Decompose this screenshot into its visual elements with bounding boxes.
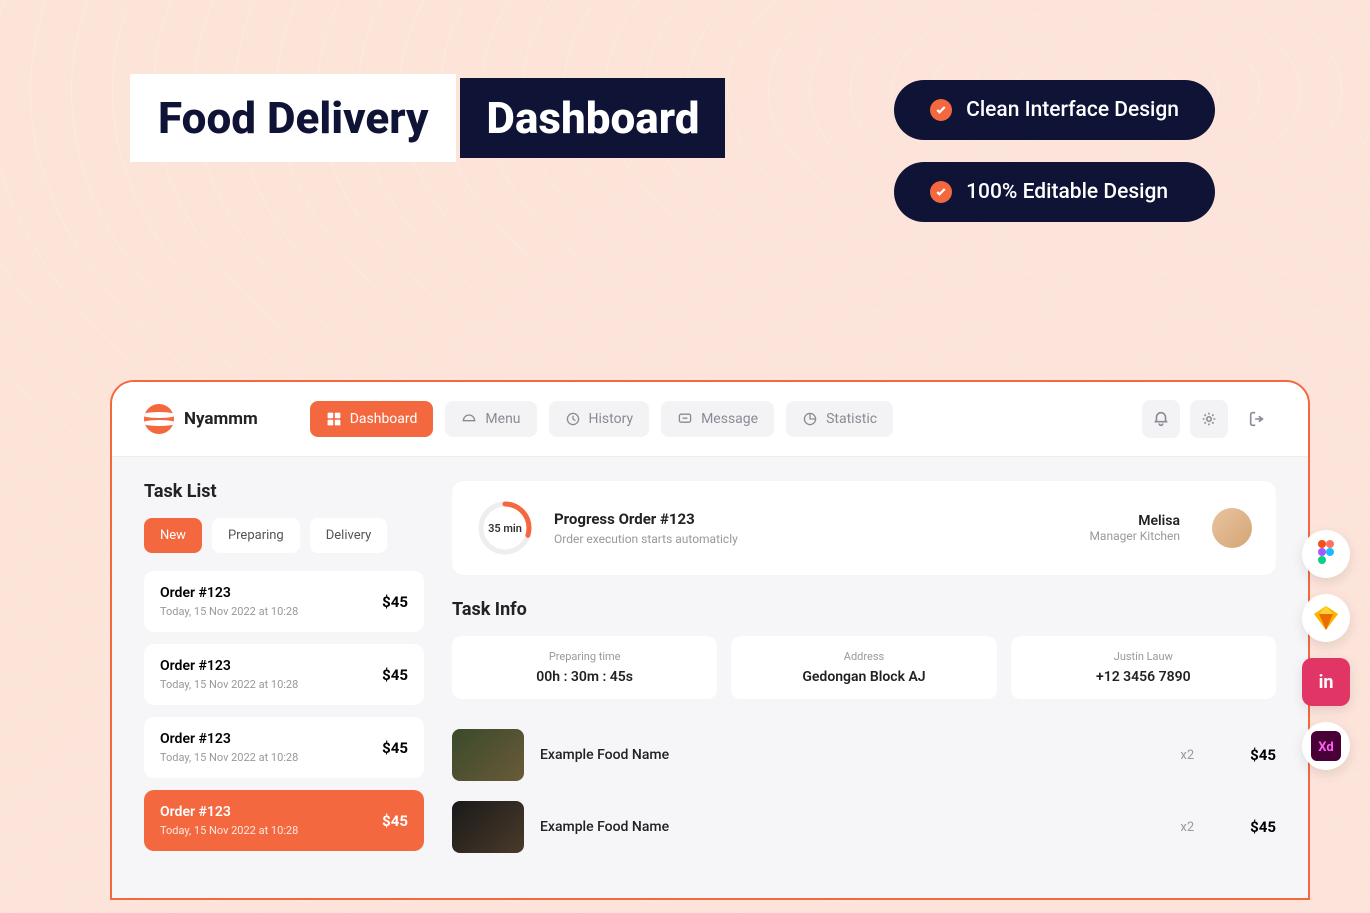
notification-button[interactable] [1142, 400, 1180, 438]
order-meta: Today, 15 Nov 2022 at 10:28 [160, 678, 298, 691]
food-item-row: Example Food Name x2 $45 [452, 791, 1276, 863]
manager-role: Manager Kitchen [1089, 529, 1180, 543]
sketch-icon [1302, 594, 1350, 642]
tab-preparing[interactable]: Preparing [212, 518, 300, 553]
topbar: Nyammm Dashboard Menu History Message St… [112, 382, 1308, 457]
settings-button[interactable] [1190, 400, 1228, 438]
info-label: Preparing time [466, 650, 703, 663]
feature-pills: Clean Interface Design 100% Editable Des… [894, 80, 1215, 222]
hero-title-1: Food Delivery [158, 92, 428, 144]
brand-logo[interactable]: Nyammm [144, 404, 258, 434]
food-name: Example Food Name [540, 819, 1164, 835]
nav-history[interactable]: History [549, 401, 650, 437]
nav-label: Dashboard [350, 411, 418, 427]
order-meta: Today, 15 Nov 2022 at 10:28 [160, 605, 298, 618]
food-price: $45 [1250, 818, 1276, 836]
nav-menu[interactable]: Menu [445, 401, 536, 437]
logo-icon [144, 404, 174, 434]
info-card-customer: Justin Lauw +12 3456 7890 [1011, 636, 1276, 699]
order-price: $45 [382, 666, 408, 684]
design-tool-badges: in Xd [1302, 530, 1350, 770]
tab-delivery[interactable]: Delivery [310, 518, 388, 553]
dashboard-frame: Nyammm Dashboard Menu History Message St… [110, 380, 1310, 900]
hero-banner: Food Delivery Dashboard [130, 70, 725, 162]
order-price: $45 [382, 812, 408, 830]
manager-avatar[interactable] [1212, 508, 1252, 548]
food-quantity: x2 [1180, 820, 1194, 835]
task-list-panel: Task List New Preparing Delivery Order #… [144, 481, 424, 863]
task-list-title: Task List [144, 481, 424, 502]
tab-new[interactable]: New [144, 518, 202, 553]
nav-dashboard[interactable]: Dashboard [310, 401, 434, 437]
info-label: Address [745, 650, 982, 663]
task-info-section: Task Info Preparing time 00h : 30m : 45s… [452, 599, 1276, 863]
brand-name: Nyammm [184, 409, 258, 429]
order-meta: Today, 15 Nov 2022 at 10:28 [160, 751, 298, 764]
info-value: Gedongan Block AJ [745, 669, 982, 685]
nav-label: Message [701, 411, 758, 427]
food-item-row: Example Food Name x2 $45 [452, 719, 1276, 791]
order-card-active[interactable]: Order #123 Today, 15 Nov 2022 at 10:28 $4… [144, 790, 424, 851]
svg-text:Xd: Xd [1318, 740, 1333, 755]
food-name: Example Food Name [540, 747, 1164, 763]
invision-icon: in [1302, 658, 1350, 706]
order-card[interactable]: Order #123 Today, 15 Nov 2022 at 10:28 $4… [144, 644, 424, 705]
pill-label: 100% Editable Design [966, 180, 1168, 204]
order-card[interactable]: Order #123 Today, 15 Nov 2022 at 10:28 $4… [144, 571, 424, 632]
progress-card: 35 min Progress Order #123 Order executi… [452, 481, 1276, 575]
info-value: 00h : 30m : 45s [466, 669, 703, 685]
food-image [452, 729, 524, 781]
info-card-address: Address Gedongan Block AJ [731, 636, 996, 699]
hero-title-2: Dashboard [486, 92, 699, 144]
order-title: Order #123 [160, 731, 298, 747]
task-info-title: Task Info [452, 599, 1276, 620]
progress-circle: 35 min [476, 499, 534, 557]
manager-name: Melisa [1089, 513, 1180, 529]
progress-subtitle: Order execution starts automaticly [554, 532, 1069, 546]
check-icon [930, 181, 952, 203]
food-image [452, 801, 524, 853]
order-title: Order #123 [160, 658, 298, 674]
order-card[interactable]: Order #123 Today, 15 Nov 2022 at 10:28 $4… [144, 717, 424, 778]
info-card-time: Preparing time 00h : 30m : 45s [452, 636, 717, 699]
nav-label: Menu [485, 411, 520, 427]
food-quantity: x2 [1180, 748, 1194, 763]
pill-label: Clean Interface Design [966, 98, 1179, 122]
order-price: $45 [382, 593, 408, 611]
check-icon [930, 99, 952, 121]
nav-statistic[interactable]: Statistic [786, 401, 893, 437]
info-value: +12 3456 7890 [1025, 669, 1262, 685]
pill-clean-interface: Clean Interface Design [894, 80, 1215, 140]
logout-button[interactable] [1238, 400, 1276, 438]
order-price: $45 [382, 739, 408, 757]
figma-icon [1302, 530, 1350, 578]
order-title: Order #123 [160, 585, 298, 601]
pill-editable: 100% Editable Design [894, 162, 1215, 222]
progress-time: 35 min [476, 499, 534, 557]
nav-label: Statistic [826, 411, 877, 427]
task-tabs: New Preparing Delivery [144, 518, 424, 553]
nav-label: History [589, 411, 634, 427]
food-price: $45 [1250, 746, 1276, 764]
order-meta: Today, 15 Nov 2022 at 10:28 [160, 824, 298, 837]
order-title: Order #123 [160, 804, 298, 820]
progress-title: Progress Order #123 [554, 510, 1069, 528]
nav-message[interactable]: Message [661, 401, 774, 437]
xd-icon: Xd [1302, 722, 1350, 770]
info-label: Justin Lauw [1025, 650, 1262, 663]
